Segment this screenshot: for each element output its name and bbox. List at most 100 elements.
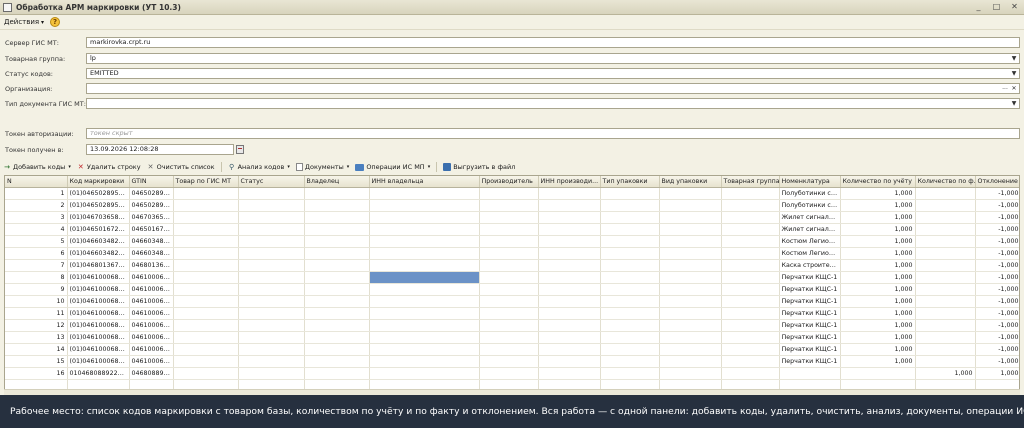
table-cell bbox=[369, 319, 480, 332]
column-header[interactable]: Количество по ф... bbox=[915, 176, 976, 188]
table-cell: (01)04660348250... bbox=[67, 235, 130, 248]
table-cell bbox=[915, 223, 976, 236]
table-cell: 01046808892207... bbox=[67, 367, 130, 380]
table-cell: 046703658... bbox=[129, 211, 174, 224]
table-row[interactable]: 11 (01)04610006884... 046100068... Перчатки… bbox=[5, 307, 1019, 320]
server-field[interactable]: markirovka.crpt.ru bbox=[86, 37, 1020, 48]
delete-row-button[interactable]: ✕ Удалить строку bbox=[77, 163, 141, 171]
table-cell bbox=[304, 259, 370, 272]
table-cell bbox=[479, 223, 539, 236]
status-select[interactable]: EMITTED ▼ bbox=[86, 68, 1020, 79]
table-row[interactable]: 13 (01)04610006884... 046100068... Перчатки… bbox=[5, 331, 1019, 344]
table-cell bbox=[659, 355, 722, 368]
export-button[interactable]: Выгрузить в файл bbox=[443, 163, 515, 171]
codes-table[interactable]: N Код маркировки GTIN Товар по ГИС МТ Статус… bbox=[4, 175, 1020, 395]
column-header[interactable]: Количество по учёту bbox=[840, 176, 916, 188]
chevron-down-icon[interactable]: ▼ bbox=[1009, 99, 1019, 108]
table-row[interactable]: 6 (01)04660348250... 046603482... Костюм Ле… bbox=[5, 247, 1019, 260]
chevron-down-icon[interactable]: ▼ bbox=[1009, 54, 1019, 63]
table-cell bbox=[659, 235, 722, 248]
table-row[interactable]: 3 (01)04670365852... 046703658... Жилет сиг… bbox=[5, 211, 1019, 224]
column-header[interactable]: Статус bbox=[238, 176, 305, 188]
analysis-button[interactable]: ⚲ Анализ кодов bbox=[228, 163, 290, 171]
table-cell bbox=[479, 319, 539, 332]
clear-list-button[interactable]: ✕ Очистить список bbox=[147, 163, 215, 171]
group-select[interactable]: lp ▼ bbox=[86, 53, 1020, 64]
column-header[interactable]: Товарная группа bbox=[721, 176, 780, 188]
table-cell: (01)04650289560... bbox=[67, 187, 130, 200]
chevron-down-icon[interactable]: ▼ bbox=[1009, 69, 1019, 78]
table-cell bbox=[721, 283, 780, 296]
table-cell bbox=[538, 259, 601, 272]
column-header[interactable]: Владелец bbox=[304, 176, 370, 188]
table-row[interactable]: 4 (01)04650167231... 046501672... Жилет сиг… bbox=[5, 223, 1019, 236]
table-row[interactable]: 9 (01)04610006884... 046100068... Перчатки … bbox=[5, 283, 1019, 296]
table-row[interactable]: 15 (01)04610006884... 046100068... Перчатки… bbox=[5, 355, 1019, 368]
maximize-button[interactable]: □ bbox=[991, 2, 1002, 12]
table-row[interactable]: 10 (01)04610006884... 046100068... Перчатки… bbox=[5, 295, 1019, 308]
table-row[interactable]: 16 01046808892207... 046808892... 1,000 1,00… bbox=[5, 367, 1019, 380]
operations-button[interactable]: Операции ИС МП bbox=[355, 163, 430, 171]
add-codes-button[interactable]: → Добавить коды bbox=[3, 163, 71, 171]
table-cell: 1,000 bbox=[840, 271, 916, 284]
table-cell bbox=[600, 211, 660, 224]
token-field[interactable]: токен скрыт bbox=[86, 128, 1020, 139]
column-header[interactable]: ИНН владельца bbox=[369, 176, 480, 188]
doctype-select[interactable]: ▼ bbox=[86, 98, 1020, 109]
clear-icon[interactable]: ✕ bbox=[1009, 84, 1019, 93]
table-row[interactable]: 1 (01)04650289560... 046502895... Полуботин… bbox=[5, 187, 1019, 200]
table-row[interactable]: 7 (01)04680136760... 046801367... Каска стр… bbox=[5, 259, 1019, 272]
table-cell bbox=[304, 283, 370, 296]
org-label: Организация: bbox=[5, 84, 53, 93]
actions-menu[interactable]: Действия bbox=[4, 18, 44, 26]
table-cell: 5 bbox=[5, 235, 68, 248]
table-row[interactable]: 2 (01)04650289560... 046502895... Полуботин… bbox=[5, 199, 1019, 212]
table-cell: 046801367... bbox=[129, 259, 174, 272]
column-header[interactable]: Вид упаковки bbox=[659, 176, 722, 188]
close-button[interactable]: ✕ bbox=[1009, 2, 1020, 12]
table-cell bbox=[600, 223, 660, 236]
table-row[interactable]: 5 (01)04660348250... 046603482... Костюм Ле… bbox=[5, 235, 1019, 248]
window-title: Обработка АРМ маркировки (УТ 10.3) bbox=[16, 2, 181, 12]
minimize-button[interactable]: _ bbox=[973, 2, 984, 12]
table-cell bbox=[304, 343, 370, 356]
column-header[interactable]: Номенклатура bbox=[779, 176, 841, 188]
table-row[interactable]: 12 (01)04610006884... 046100068... Перчатки… bbox=[5, 319, 1019, 332]
table-cell: Перчатки КЩС-1 bbox=[779, 307, 841, 320]
column-header[interactable]: Тип упаковки bbox=[600, 176, 660, 188]
table-cell bbox=[304, 295, 370, 308]
table-cell bbox=[479, 211, 539, 224]
table-cell: 1,000 bbox=[840, 295, 916, 308]
help-icon[interactable]: ? bbox=[50, 17, 61, 27]
table-cell bbox=[538, 283, 601, 296]
table-cell bbox=[304, 271, 370, 284]
table-cell: Жилет сигналь... bbox=[779, 223, 841, 236]
table-cell bbox=[659, 343, 722, 356]
column-header[interactable]: ИНН производи... bbox=[538, 176, 601, 188]
column-header[interactable]: Производитель bbox=[479, 176, 539, 188]
column-header[interactable]: N bbox=[5, 176, 68, 188]
table-cell bbox=[915, 283, 976, 296]
table-cell bbox=[721, 307, 780, 320]
table-cell: Полуботинки с ... bbox=[779, 187, 841, 200]
select-dots-icon[interactable]: ... bbox=[1001, 84, 1009, 93]
table-row[interactable]: 8 (01)04610006884... 046100068... Перчатки … bbox=[5, 271, 1019, 284]
table-cell: 1,000 bbox=[840, 211, 916, 224]
column-header[interactable]: Отклонение bbox=[975, 176, 1019, 188]
table-cell: 046502895... bbox=[129, 199, 174, 212]
org-field[interactable]: ... ✕ bbox=[86, 83, 1020, 94]
token-time-field[interactable]: 13.09.2026 12:08:28 bbox=[86, 144, 234, 155]
table-cell bbox=[369, 367, 480, 380]
table-cell: 8 bbox=[5, 271, 68, 284]
table-cell: 16 bbox=[5, 367, 68, 380]
column-header[interactable]: GTIN bbox=[129, 176, 174, 188]
column-header[interactable]: Товар по ГИС МТ bbox=[173, 176, 239, 188]
documents-button[interactable]: Документы bbox=[295, 163, 349, 171]
table-cell: 14 bbox=[5, 343, 68, 356]
column-header[interactable]: Код маркировки bbox=[67, 176, 130, 188]
calendar-icon[interactable] bbox=[236, 145, 244, 154]
table-row[interactable]: 14 (01)04610006884... 046100068... Перчатки… bbox=[5, 343, 1019, 356]
table-cell bbox=[600, 295, 660, 308]
add-icon: → bbox=[4, 163, 10, 171]
table-cell bbox=[600, 355, 660, 368]
